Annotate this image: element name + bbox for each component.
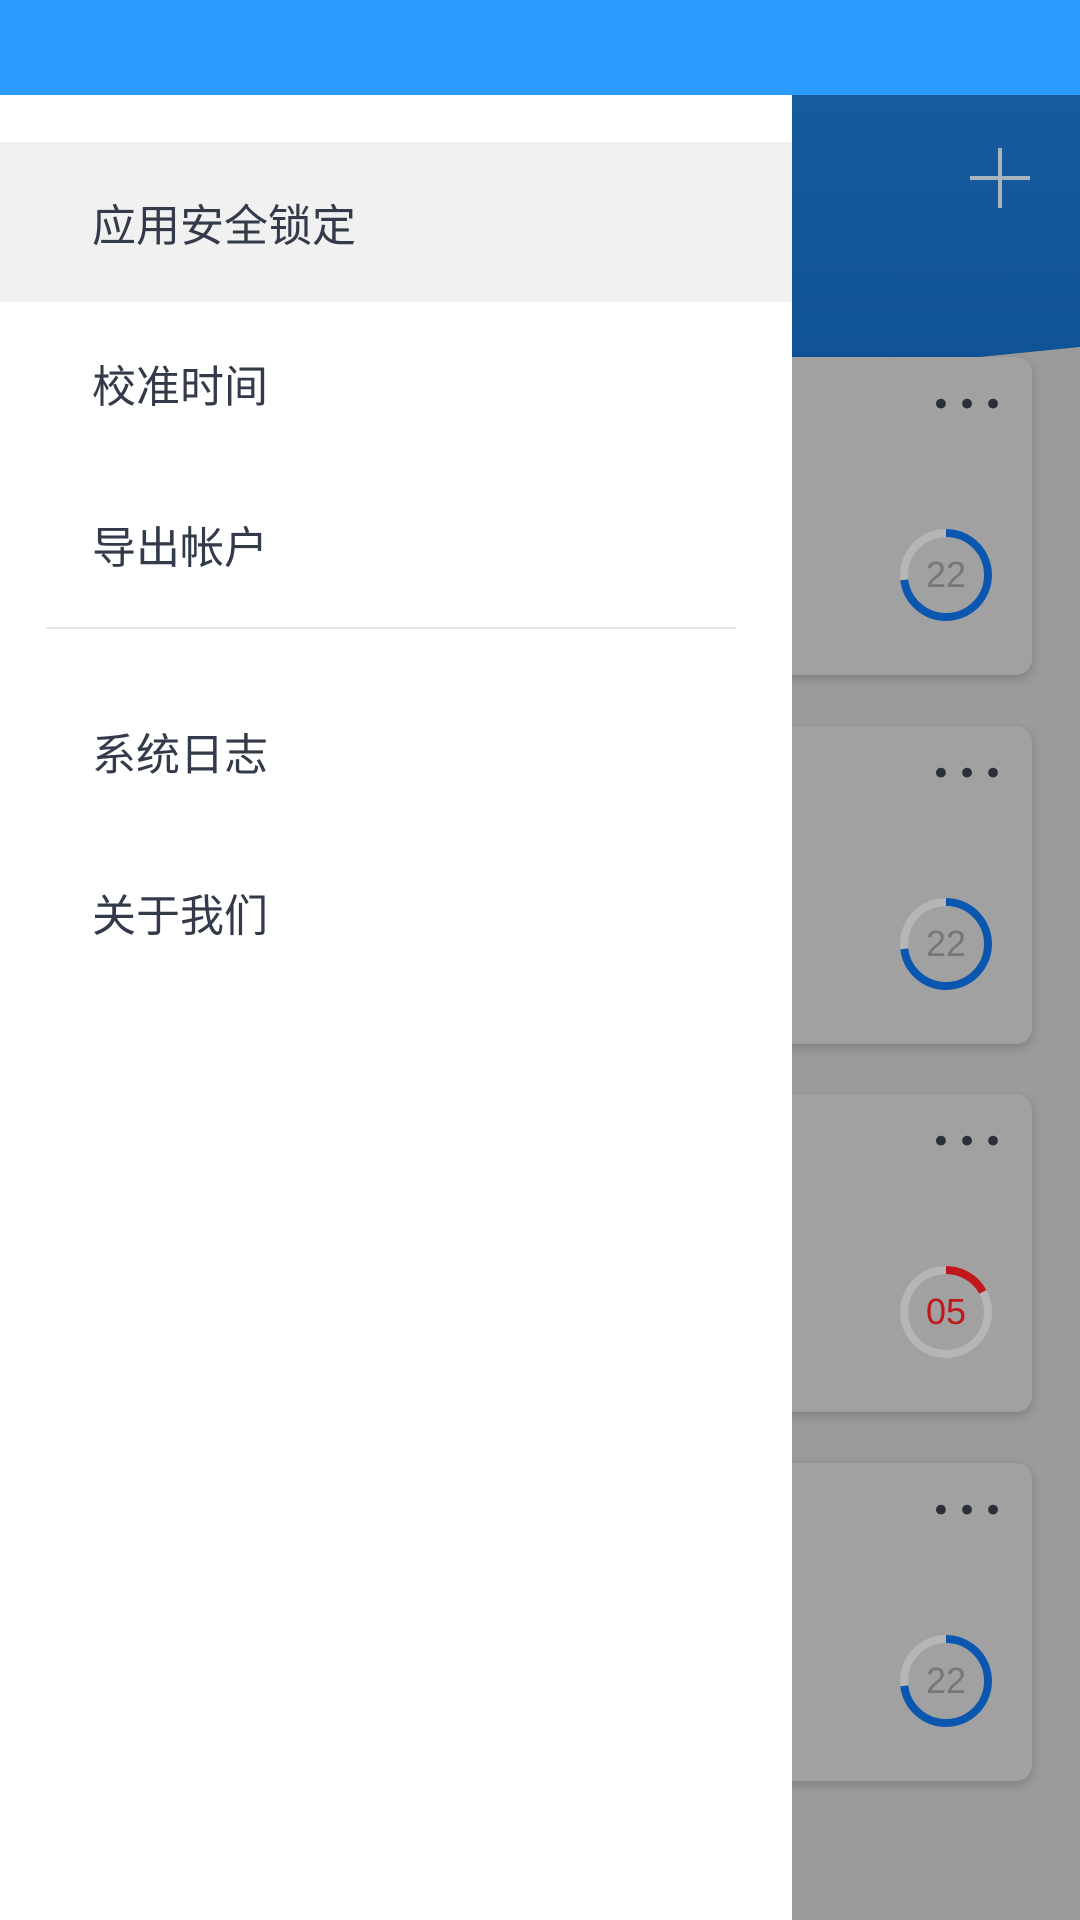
- menu-item-label: 关于我们: [92, 891, 268, 942]
- menu-item-label: 导出帐户: [92, 523, 268, 574]
- menu-item-system-log[interactable]: 系统日志: [0, 671, 792, 831]
- status-bar: [0, 0, 1080, 95]
- menu-item-about-us[interactable]: 关于我们: [0, 832, 792, 992]
- menu-item-label: 系统日志: [92, 730, 268, 781]
- add-icon[interactable]: [970, 148, 1030, 208]
- countdown-ring: 22: [900, 898, 992, 990]
- menu-item-export-accounts[interactable]: 导出帐户: [0, 464, 792, 624]
- menu-item-app-lock[interactable]: 应用安全锁定: [0, 142, 792, 302]
- more-icon[interactable]: •••: [930, 388, 1010, 422]
- countdown-text: 05: [926, 1291, 966, 1332]
- countdown-text: 22: [926, 554, 966, 595]
- countdown-text: 22: [926, 923, 966, 964]
- countdown-ring: 05: [900, 1266, 992, 1358]
- navigation-drawer: 应用安全锁定 校准时间 导出帐户 系统日志 关于我们: [0, 95, 792, 1920]
- countdown-ring: 22: [900, 529, 992, 621]
- menu-item-label: 应用安全锁定: [92, 201, 356, 252]
- menu-divider: [46, 627, 736, 629]
- more-icon[interactable]: •••: [930, 1125, 1010, 1159]
- countdown-text: 22: [926, 1660, 966, 1701]
- more-icon[interactable]: •••: [930, 757, 1010, 791]
- countdown-ring: 22: [900, 1635, 992, 1727]
- more-icon[interactable]: •••: [930, 1494, 1010, 1528]
- menu-item-calibrate-time[interactable]: 校准时间: [0, 303, 792, 463]
- menu-item-label: 校准时间: [92, 362, 268, 413]
